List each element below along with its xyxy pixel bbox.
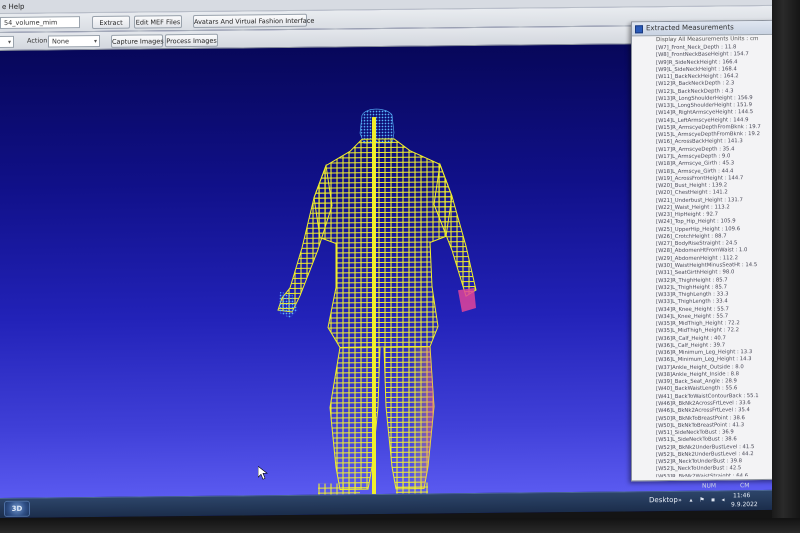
screen: e Help 54_volume_mim Extract Edit MEF Fi… bbox=[0, 0, 772, 518]
chevron-down-icon: ▾ bbox=[93, 37, 97, 46]
measurements-header: Display All Measurements Units : cm bbox=[656, 36, 759, 44]
extracted-measurements-window: Extracted Measurements Display All Measu… bbox=[631, 19, 772, 482]
center-axis-line bbox=[372, 117, 376, 495]
network-icon[interactable]: ▪ bbox=[710, 497, 716, 504]
action-label: Action: bbox=[27, 36, 50, 45]
start-button[interactable]: 3D bbox=[4, 500, 30, 517]
numlock-indicator: NUM bbox=[702, 482, 717, 490]
avatars-virtual-fashion-button[interactable]: Avatars And Virtual Fashion Interface bbox=[193, 13, 314, 28]
clock-date[interactable]: 9.9.2022 bbox=[731, 501, 758, 508]
process-images-button[interactable]: Process Images bbox=[165, 33, 218, 48]
monitor-frame: e Help 54_volume_mim Extract Edit MEF Fi… bbox=[0, 0, 800, 533]
file-name-field[interactable]: 54_volume_mim bbox=[0, 16, 80, 29]
measurement-row[interactable]: [W53]R_BkNk2WaistStraight : 64.6 bbox=[656, 472, 772, 477]
view-select[interactable]: ▾ bbox=[0, 35, 14, 49]
mesh-foot-right bbox=[396, 482, 428, 494]
monitor-bezel-bottom bbox=[0, 518, 800, 533]
panel-title: Extracted Measurements bbox=[646, 23, 734, 33]
tray-expand-icon[interactable]: ▴ bbox=[688, 497, 694, 504]
action-select[interactable]: None ▾ bbox=[48, 34, 100, 48]
tray-arrow-icon[interactable]: » bbox=[677, 497, 683, 504]
help-menu[interactable]: e Help bbox=[2, 2, 25, 10]
mesh-foot-left bbox=[318, 483, 360, 495]
desktop-toolbar-label[interactable]: Desktop bbox=[649, 496, 678, 504]
speaker-icon[interactable]: ◂ bbox=[720, 496, 726, 503]
mesh-torso bbox=[313, 138, 453, 348]
clock-time[interactable]: 11:46 bbox=[733, 492, 750, 499]
mesh-hand-right bbox=[458, 288, 476, 313]
mesh-head bbox=[359, 108, 395, 144]
measurement-list[interactable]: [W7]_Front_Neck_Depth : 11.8 [W8]_FrontNe… bbox=[656, 44, 772, 477]
3d-app-icon bbox=[635, 25, 643, 34]
mouse-pointer-icon bbox=[258, 466, 268, 480]
capture-images-button[interactable]: Capture Images bbox=[111, 34, 164, 48]
caps-indicator: CM bbox=[740, 482, 750, 490]
panel-titlebar[interactable]: Extracted Measurements bbox=[632, 20, 772, 37]
chevron-down-icon: ▾ bbox=[7, 38, 11, 46]
extract-button[interactable]: Extract bbox=[92, 15, 130, 30]
flag-icon[interactable]: ⚑ bbox=[699, 497, 705, 504]
edit-mef-files-button[interactable]: Edit MEF Files bbox=[134, 15, 182, 29]
monitor-bezel-right bbox=[772, 0, 800, 533]
